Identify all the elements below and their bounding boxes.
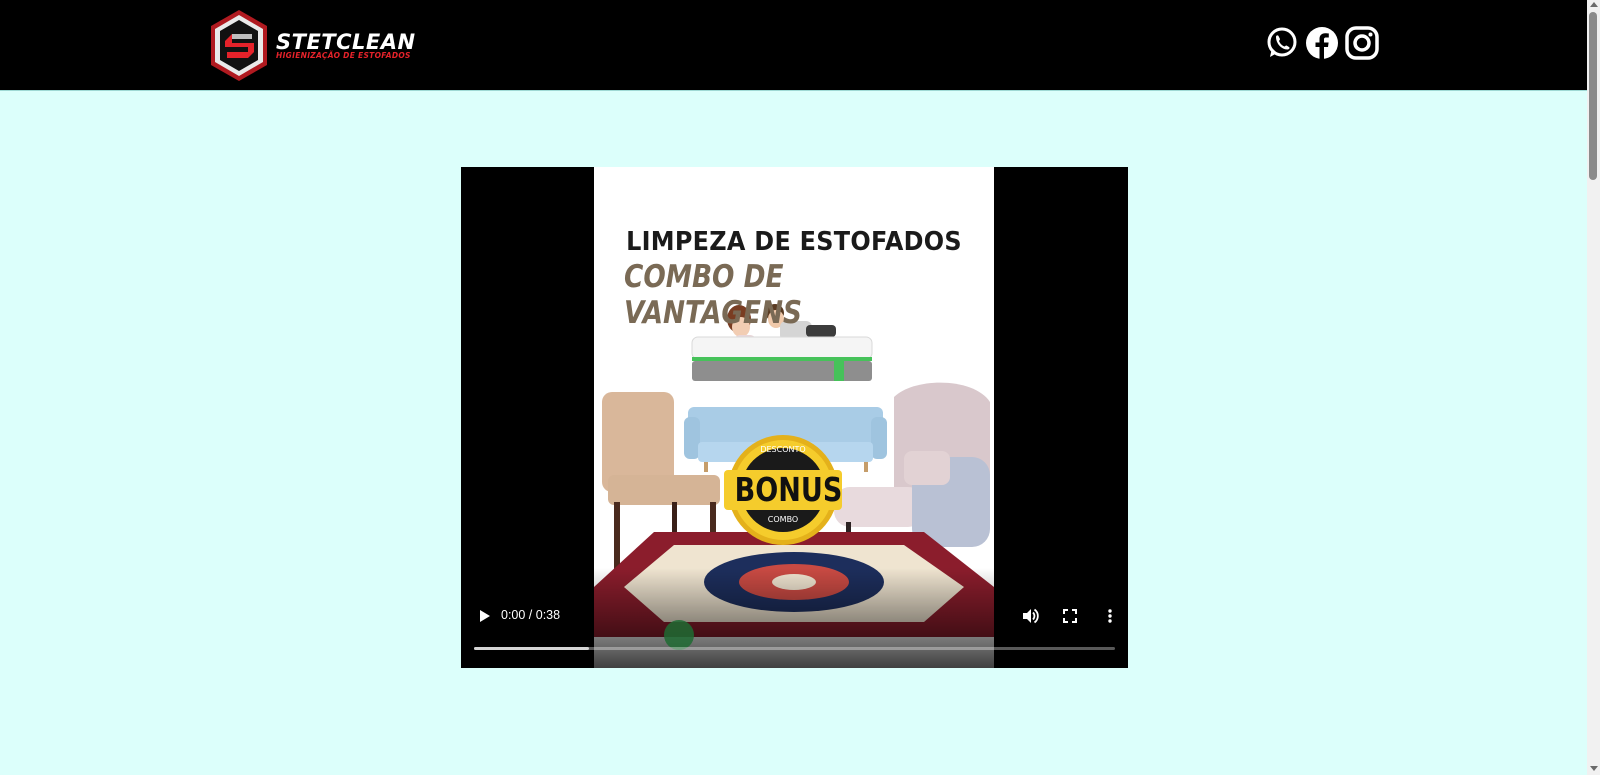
scroll-up-arrow-icon[interactable] <box>1590 2 1598 7</box>
logo-mark-icon <box>211 10 267 81</box>
instagram-link[interactable] <box>1345 26 1379 60</box>
brand-name: STETCLEAN <box>276 30 416 54</box>
social-links <box>1265 26 1385 60</box>
facebook-icon <box>1306 27 1338 59</box>
badge-bottom-text: COMBO <box>767 515 799 524</box>
volume-icon[interactable] <box>1019 605 1041 627</box>
page-scrollbar[interactable] <box>1587 0 1600 775</box>
video-progress-track[interactable] <box>474 647 1115 650</box>
site-header: STETCLEAN HIGIENIZAÇÃO DE ESTOFADOS <box>0 0 1587 91</box>
scroll-thumb[interactable] <box>1589 12 1597 180</box>
video-buffer-bar <box>474 647 590 650</box>
more-options-icon[interactable] <box>1099 605 1121 627</box>
instagram-icon <box>1345 26 1379 60</box>
facebook-link[interactable] <box>1305 26 1339 60</box>
play-icon[interactable] <box>473 605 495 627</box>
whatsapp-icon <box>1267 27 1297 57</box>
scroll-down-arrow-icon[interactable] <box>1590 766 1598 771</box>
poster-title: LIMPEZA DE ESTOFADOS <box>626 227 962 257</box>
promo-video-player[interactable]: LIMPEZA DE ESTOFADOS COMBO DE VANTAGENS … <box>461 167 1128 668</box>
whatsapp-link[interactable] <box>1265 26 1299 60</box>
badge-main-text: BONUS <box>734 470 843 509</box>
logo[interactable]: STETCLEAN HIGIENIZAÇÃO DE ESTOFADOS <box>208 8 416 83</box>
floating-whatsapp-icon[interactable] <box>664 620 694 650</box>
logo-text: STETCLEAN HIGIENIZAÇÃO DE ESTOFADOS <box>276 31 416 60</box>
brand-tagline: HIGIENIZAÇÃO DE ESTOFADOS <box>276 51 411 60</box>
poster-subtitle: COMBO DE VANTAGENS <box>624 259 803 331</box>
fullscreen-icon[interactable] <box>1059 605 1081 627</box>
video-time-display: 0:00 / 0:38 <box>501 608 561 622</box>
badge-top-text: DESCONTO <box>760 445 806 454</box>
